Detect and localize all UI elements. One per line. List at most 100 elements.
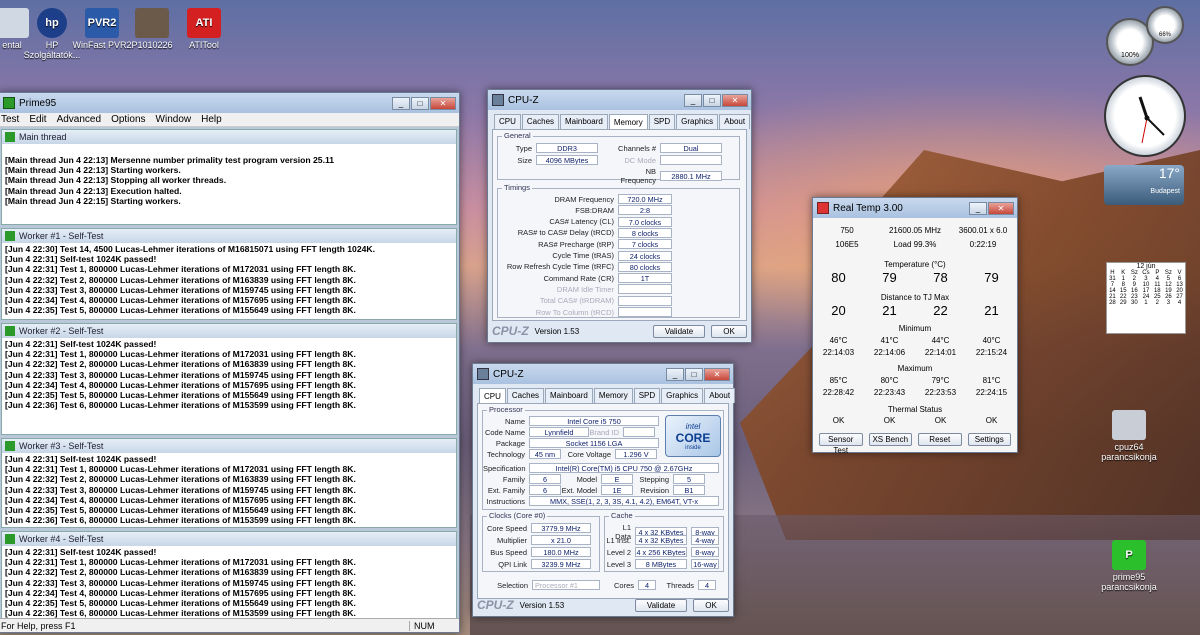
desktop-icon-prime95[interactable]: P prime95 parancsikonja bbox=[1094, 540, 1164, 592]
log-line: [Jun 4 22:35] Test 5, 800000 Lucas-Lehme… bbox=[5, 390, 356, 401]
calendar-day[interactable]: 2 bbox=[1152, 300, 1163, 306]
tab-caches[interactable]: Caches bbox=[521, 114, 560, 129]
cpuz-memory-titlebar[interactable]: CPU-Z _ □ ✕ bbox=[488, 90, 751, 110]
child-titlebar[interactable]: Worker #4 - Self-Test bbox=[2, 532, 456, 546]
xs-bench-button[interactable]: XS Bench bbox=[868, 433, 912, 446]
tab-strip: CPU Caches Mainboard Memory SPD Graphics… bbox=[488, 110, 751, 129]
validate-button[interactable]: Validate bbox=[653, 324, 705, 338]
calendar-day[interactable]: 4 bbox=[1174, 300, 1185, 306]
reset-button[interactable]: Reset bbox=[918, 433, 962, 446]
maximize-icon[interactable]: □ bbox=[685, 367, 703, 381]
weather-gadget[interactable]: 17° Budapest bbox=[1104, 165, 1184, 205]
close-icon[interactable]: ✕ bbox=[430, 96, 456, 110]
child-titlebar[interactable]: Worker #1 - Self-Test bbox=[2, 229, 456, 243]
voltage-label: Core Voltage bbox=[567, 449, 611, 459]
settings-button[interactable]: Settings bbox=[967, 433, 1011, 446]
desktop-icon-label: ental bbox=[2, 40, 22, 50]
ok-button[interactable]: OK bbox=[693, 598, 729, 612]
desktop-icon-photo[interactable]: P1010226 bbox=[122, 8, 182, 50]
prime95-child-window[interactable]: Worker #3 - Self-Test [Jun 4 22:31] Self-… bbox=[1, 438, 457, 528]
tab-cpu[interactable]: CPU bbox=[479, 388, 506, 403]
realtemp-window[interactable]: Real Temp 3.00 _ ✕ 750 21600.05 MHz 3600… bbox=[812, 197, 1018, 455]
prime95-window[interactable]: Prime95 _ □ ✕ Test Edit Advanced Options… bbox=[0, 92, 460, 633]
prime95-titlebar[interactable]: Prime95 _ □ ✕ bbox=[0, 93, 459, 113]
cpuz-footer: CPU-Z Version 1.53 Validate OK bbox=[477, 598, 729, 612]
tab-graphics[interactable]: Graphics bbox=[676, 114, 719, 129]
minimize-icon[interactable]: _ bbox=[684, 93, 702, 107]
menu-help[interactable]: Help bbox=[201, 114, 222, 125]
minimize-icon[interactable]: _ bbox=[392, 96, 410, 110]
log-output[interactable]: [Jun 4 22:30] Test 14, 4500 Lucas-Lehmer… bbox=[2, 243, 456, 316]
cpuz-cpu-titlebar[interactable]: CPU-Z _ □ ✕ bbox=[473, 364, 733, 384]
realtemp-titlebar[interactable]: Real Temp 3.00 _ ✕ bbox=[813, 198, 1017, 218]
brand-label: Brand ID bbox=[589, 427, 619, 437]
badge-intel: intel bbox=[685, 421, 701, 431]
calendar-day[interactable]: 30 bbox=[1129, 300, 1140, 306]
voltage-value: 1.296 V bbox=[615, 449, 657, 459]
package-value: Socket 1156 LGA bbox=[529, 438, 659, 448]
timings-group: Timings DRAM Frequency 720.0 MHz FSB:DRAM 2… bbox=[497, 183, 740, 318]
tab-graphics[interactable]: Graphics bbox=[661, 388, 704, 403]
desktop-icon-atitool[interactable]: ATI ATITool bbox=[174, 8, 234, 50]
close-icon[interactable]: ✕ bbox=[704, 367, 730, 381]
cpuz-cpu-window[interactable]: CPU-Z _ □ ✕ CPU Caches Mainboard Memory … bbox=[472, 363, 736, 617]
maximize-icon[interactable]: □ bbox=[703, 93, 721, 107]
cpuz-memory-window[interactable]: CPU-Z _ □ ✕ CPU Caches Mainboard Memory … bbox=[487, 89, 752, 343]
qpi-link-value: 3239.9 MHz bbox=[531, 559, 591, 569]
tab-about[interactable]: About bbox=[704, 388, 736, 403]
prime95-child-window[interactable]: Main thread [Main thread Jun 4 22:13] Mer… bbox=[1, 129, 457, 225]
menu-window[interactable]: Window bbox=[156, 114, 192, 125]
calendar-day[interactable]: 29 bbox=[1118, 300, 1129, 306]
calendar-day[interactable]: 3 bbox=[1163, 300, 1174, 306]
max-time: 22:23:43 bbox=[873, 388, 906, 397]
tab-caches[interactable]: Caches bbox=[506, 388, 545, 403]
ok-button[interactable]: OK bbox=[711, 324, 747, 338]
prime95-child-window[interactable]: Worker #1 - Self-Test [Jun 4 22:30] Test … bbox=[1, 228, 457, 320]
clock-gadget[interactable] bbox=[1104, 75, 1186, 157]
child-titlebar[interactable]: Worker #2 - Self-Test bbox=[2, 324, 456, 338]
child-titlebar[interactable]: Main thread bbox=[2, 130, 456, 144]
tab-mainboard[interactable]: Mainboard bbox=[560, 114, 608, 129]
validate-button[interactable]: Validate bbox=[635, 598, 687, 612]
minimize-icon[interactable]: _ bbox=[969, 201, 987, 215]
minimize-icon[interactable]: _ bbox=[666, 367, 684, 381]
log-output[interactable]: [Jun 4 22:31] Self-test 1024K passed! [Ju… bbox=[2, 453, 456, 526]
channels-label: Channels # bbox=[618, 143, 656, 153]
status-help-text: For Help, press F1 bbox=[1, 620, 76, 631]
tab-spd[interactable]: SPD bbox=[633, 388, 661, 403]
log-output[interactable]: [Jun 4 22:31] Self-test 1024K passed! [Ju… bbox=[2, 546, 456, 618]
tab-memory[interactable]: Memory bbox=[608, 114, 648, 129]
log-line: [Jun 4 22:36] Test 6, 800000 Lucas-Lehme… bbox=[5, 515, 356, 526]
menu-advanced[interactable]: Advanced bbox=[57, 114, 101, 125]
sensor-test-button[interactable]: Sensor Test bbox=[819, 433, 863, 455]
menu-test[interactable]: Test bbox=[1, 114, 19, 125]
ram-meter-gadget[interactable]: 66% bbox=[1146, 6, 1184, 44]
calendar-gadget[interactable]: 12 jún H K Sz Cs P Sz V 31 1 2 3 4 5 6 7 8 9 10 11 1… bbox=[1106, 262, 1186, 334]
tab-spd[interactable]: SPD bbox=[648, 114, 676, 129]
processor-select[interactable]: Processor #1 bbox=[532, 580, 600, 590]
tab-mainboard[interactable]: Mainboard bbox=[545, 388, 593, 403]
tab-about[interactable]: About bbox=[719, 114, 751, 129]
memory-panel: General Type DDR3 Size 4096 MBytes Chann… bbox=[492, 129, 747, 321]
menu-edit[interactable]: Edit bbox=[29, 114, 46, 125]
revision-value: B1 bbox=[673, 485, 705, 495]
child-titlebar[interactable]: Worker #3 - Self-Test bbox=[2, 439, 456, 453]
close-icon[interactable]: ✕ bbox=[988, 201, 1014, 215]
window-title: CPU-Z bbox=[508, 94, 539, 106]
calendar-day[interactable]: 1 bbox=[1140, 300, 1152, 306]
log-output[interactable]: [Jun 4 22:31] Self-test 1024K passed! [Ju… bbox=[2, 338, 456, 411]
log-output[interactable]: [Main thread Jun 4 22:13] Mersenne numbe… bbox=[2, 144, 456, 207]
timing-value: 720.0 MHz bbox=[618, 194, 672, 204]
timing-value: 80 clocks bbox=[618, 261, 672, 272]
calendar-day[interactable]: 28 bbox=[1107, 300, 1118, 306]
core0-temp: 80 bbox=[831, 270, 846, 285]
menu-options[interactable]: Options bbox=[111, 114, 145, 125]
tab-memory[interactable]: Memory bbox=[593, 388, 633, 403]
tab-cpu[interactable]: CPU bbox=[494, 114, 521, 129]
desktop-icon-cpuz64[interactable]: cpuz64 parancsikonja bbox=[1094, 410, 1164, 462]
timing-label: CAS# Latency (CL) bbox=[549, 217, 614, 227]
prime95-child-window[interactable]: Worker #2 - Self-Test [Jun 4 22:31] Self-… bbox=[1, 323, 457, 435]
maximize-icon[interactable]: □ bbox=[411, 96, 429, 110]
close-icon[interactable]: ✕ bbox=[722, 93, 748, 107]
prime95-child-window[interactable]: Worker #4 - Self-Test [Jun 4 22:31] Self-… bbox=[1, 531, 457, 618]
